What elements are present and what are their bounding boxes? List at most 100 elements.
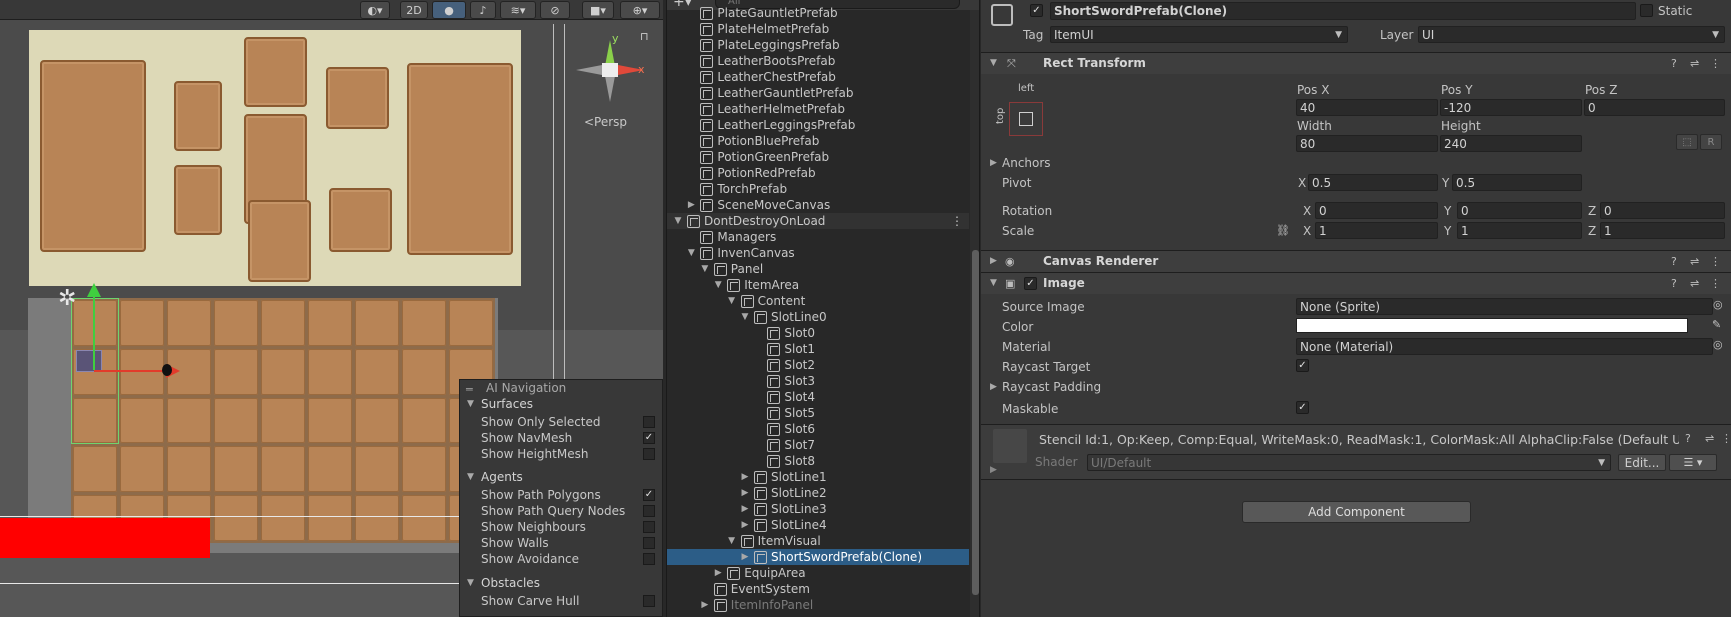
inventory-slot[interactable] (355, 348, 399, 395)
shader-options-icon[interactable]: ☰ ▾ (1669, 454, 1717, 471)
pos-x-field[interactable]: 40 (1296, 99, 1438, 116)
expand-arrow-icon[interactable]: ▶ (740, 520, 750, 530)
pivot-x-field[interactable]: 0.5 (1308, 174, 1438, 191)
hierarchy-item[interactable]: ▼ SlotLine0 (667, 309, 969, 325)
inventory-slot[interactable] (73, 446, 117, 493)
layer-dropdown[interactable]: UI ▼ (1418, 26, 1725, 43)
hidden-objects-icon[interactable]: ⊘ (540, 1, 570, 19)
red-ui-element[interactable] (0, 518, 210, 558)
camera-icon[interactable]: ■▾ (582, 1, 614, 19)
hierarchy-item[interactable]: ▶ ShortSwordPrefab(Clone) (667, 549, 969, 565)
hierarchy-item[interactable]: TorchPrefab (667, 181, 969, 197)
hierarchy-item[interactable]: ▼ ItemVisual (667, 533, 969, 549)
lock-icon[interactable]: ⊓ (640, 30, 649, 43)
gizmos-icon[interactable]: ⊕▾ (620, 1, 660, 19)
rect-transform-header[interactable]: ▼ ⤧ Rect Transform ? ⇌ ⋮ (981, 52, 1731, 74)
inventory-slot[interactable] (355, 446, 399, 493)
collapse-arrow-icon[interactable]: ▼ (990, 58, 997, 68)
expand-arrow-icon[interactable]: ▶ (990, 382, 997, 392)
persp-label[interactable]: <Persp (584, 115, 627, 129)
hierarchy-item[interactable]: LeatherLeggingsPrefab (667, 117, 969, 133)
raycast-padding-foldout[interactable]: Raycast Padding (1002, 380, 1101, 394)
inventory-slot[interactable] (402, 446, 446, 493)
more-icon[interactable]: ⋮ (1710, 255, 1721, 268)
inventory-slot[interactable] (355, 300, 399, 346)
ai-nav-checkbox[interactable]: ✓ (643, 432, 655, 444)
maskable-checkbox[interactable]: ✓ (1296, 401, 1309, 414)
hierarchy-scroll-thumb[interactable] (972, 250, 979, 595)
scale-x-field[interactable]: 1 (1315, 222, 1438, 239)
equip-slot-legs[interactable] (248, 200, 311, 282)
anchor-preset-button[interactable] (1009, 102, 1043, 136)
scene-view[interactable]: ◐▾ 2D ● ♪ ≋▾ ⊘ ■▾ ⊕▾ ✲ y x ⊓ <Persp ═ AI… (0, 0, 663, 617)
inventory-slot[interactable] (214, 495, 258, 541)
audio-icon[interactable]: ♪ (470, 1, 496, 19)
hierarchy-item[interactable]: Slot4 (667, 389, 969, 405)
gizmo-center-cube[interactable] (602, 63, 618, 77)
hierarchy-item[interactable]: PlateGauntletPrefab (667, 5, 969, 21)
hierarchy-item[interactable]: Slot7 (667, 437, 969, 453)
inventory-slot[interactable] (308, 300, 352, 346)
inventory-slot[interactable] (261, 446, 305, 493)
inventory-slot[interactable] (261, 300, 305, 346)
expand-arrow-icon[interactable]: ▶ (713, 568, 723, 578)
hierarchy-item[interactable]: Managers (667, 229, 969, 245)
active-checkbox[interactable]: ✓ (1030, 4, 1043, 17)
inventory-slot[interactable] (120, 446, 164, 493)
equip-slot[interactable] (326, 67, 389, 129)
preset-icon[interactable]: ⇌ (1690, 255, 1699, 268)
gameobject-cube-icon[interactable] (991, 4, 1013, 26)
shader-dropdown[interactable]: UI/Default ▼ (1087, 454, 1611, 471)
hierarchy-item[interactable]: Slot6 (667, 421, 969, 437)
inventory-slot[interactable] (402, 348, 446, 395)
pivot-y-field[interactable]: 0.5 (1452, 174, 1582, 191)
collapse-arrow-icon[interactable]: ▼ (467, 399, 474, 409)
preset-icon[interactable]: ⇌ (1690, 277, 1699, 290)
collapse-arrow-icon[interactable]: ▼ (673, 216, 683, 226)
inventory-slot[interactable] (308, 348, 352, 395)
add-component-button[interactable]: Add Component (1242, 501, 1471, 523)
collapse-arrow-icon[interactable]: ▼ (727, 536, 737, 546)
expand-arrow-icon[interactable]: ▶ (990, 256, 997, 266)
rect-pivot-handle[interactable] (76, 350, 102, 372)
hierarchy-item[interactable]: PlateLeggingsPrefab (667, 37, 969, 53)
hierarchy-item[interactable]: Slot3 (667, 373, 969, 389)
hierarchy-item[interactable]: ▶ ItemInfoPanel (667, 597, 969, 613)
collapse-arrow-icon[interactable]: ▼ (467, 472, 474, 482)
collapse-arrow-icon[interactable]: ▼ (686, 248, 696, 258)
expand-arrow-icon[interactable]: ▶ (990, 465, 997, 475)
help-icon[interactable]: ? (1671, 255, 1677, 268)
hierarchy-item[interactable]: LeatherChestPrefab (667, 69, 969, 85)
tag-dropdown[interactable]: ItemUI ▼ (1050, 26, 1348, 43)
collapse-arrow-icon[interactable]: ▼ (467, 578, 474, 588)
equip-slot-weapon[interactable] (40, 60, 146, 252)
ai-nav-checkbox[interactable] (643, 448, 655, 460)
section-surfaces[interactable]: Surfaces (481, 397, 533, 411)
ai-nav-checkbox[interactable] (643, 505, 655, 517)
hierarchy-item[interactable]: PotionBluePrefab (667, 133, 969, 149)
pos-z-field[interactable]: 0 (1584, 99, 1725, 116)
help-icon[interactable]: ? (1671, 277, 1677, 290)
color-swatch[interactable] (1296, 318, 1688, 333)
inventory-slot[interactable] (120, 300, 164, 346)
inventory-slot[interactable] (402, 495, 446, 541)
expand-arrow-icon[interactable]: ▶ (740, 552, 750, 562)
more-icon[interactable]: ⋮ (951, 214, 963, 228)
gizmo-neg-y-cone[interactable] (605, 76, 615, 102)
more-icon[interactable]: ⋮ (1721, 432, 1731, 445)
inventory-slot[interactable] (308, 446, 352, 493)
ai-nav-checkbox[interactable] (643, 553, 655, 565)
static-checkbox[interactable] (1640, 4, 1653, 17)
hierarchy-item[interactable]: Slot0 (667, 325, 969, 341)
ai-nav-checkbox[interactable] (643, 521, 655, 533)
inventory-slot[interactable] (308, 397, 352, 444)
expand-arrow-icon[interactable]: ▶ (740, 472, 750, 482)
hierarchy-item[interactable]: PotionGreenPrefab (667, 149, 969, 165)
help-icon[interactable]: ? (1685, 432, 1691, 445)
move-gizmo-y-axis[interactable] (93, 292, 95, 370)
hierarchy-item[interactable]: ▼ DontDestroyOnLoad ⋮ (667, 213, 969, 229)
preset-icon[interactable]: ⇌ (1690, 57, 1699, 70)
material-field[interactable]: None (Material) (1296, 338, 1713, 355)
section-obstacles[interactable]: Obstacles (481, 576, 540, 590)
hierarchy-item[interactable]: ▶ SceneMoveCanvas (667, 197, 969, 213)
